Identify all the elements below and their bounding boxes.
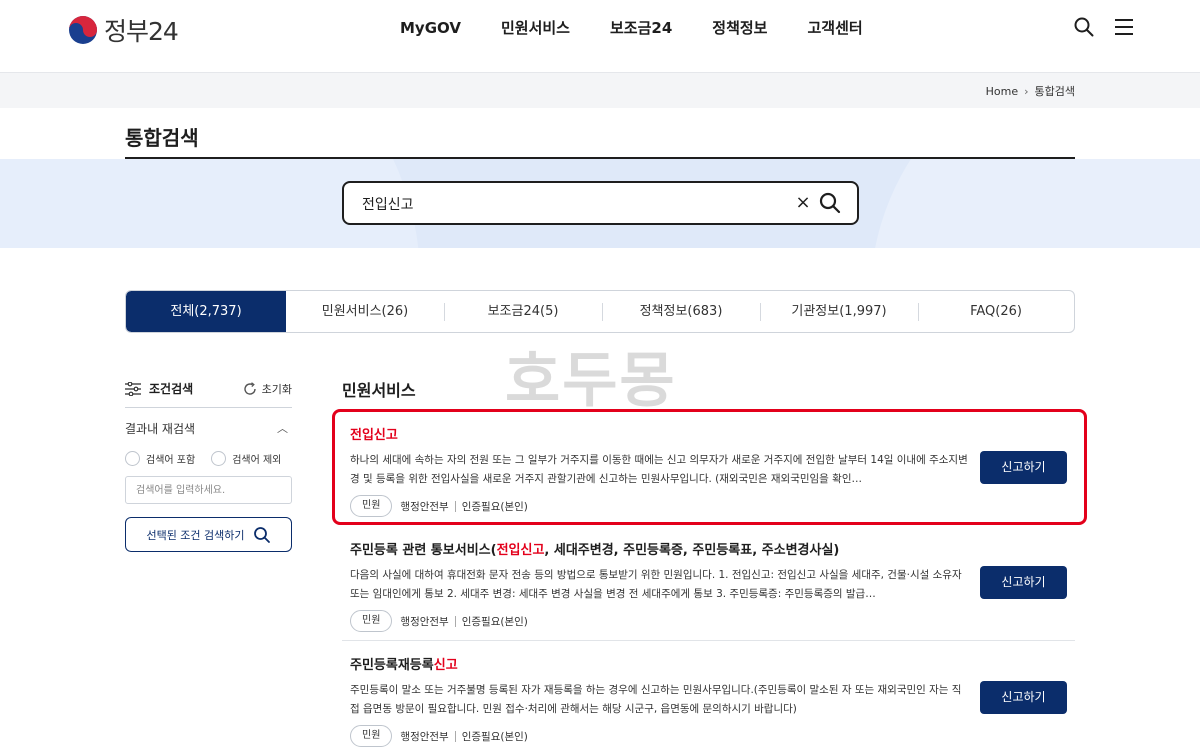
tab-agency-info[interactable]: 기관정보(1,997) bbox=[760, 291, 918, 332]
result-title-text: 주민등록 관련 통보서비스( bbox=[350, 543, 497, 558]
clear-search-button[interactable]: × bbox=[793, 192, 813, 214]
type-badge: 민원 bbox=[350, 725, 393, 747]
result-meta: 민원 행정안전부 인증필요(본인) bbox=[350, 495, 970, 517]
result-item: 전입신고 하나의 세대에 속하는 자의 전원 또는 그 일부가 거주지를 이동한… bbox=[350, 424, 970, 517]
result-item: 주민등록재등록신고 주민등록이 말소 또는 거주불명 등록된 자가 재등록을 하… bbox=[350, 654, 970, 747]
tab-faq[interactable]: FAQ(26) bbox=[918, 291, 1074, 332]
result-description: 주민등록이 말소 또는 거주불명 등록된 자가 재등록을 하는 경우에 신고하는… bbox=[350, 684, 962, 715]
apply-filter-label: 선택된 조건 검색하기 bbox=[146, 528, 245, 542]
filter-header: 조건검색 초기화 bbox=[125, 378, 292, 408]
exclude-keyword-radio[interactable]: 검색어 제외 bbox=[211, 451, 281, 466]
site-header: 정부24 MyGOV 민원서비스 보조금24 정책정보 고객센터 bbox=[0, 0, 1200, 72]
refine-search-title: 결과내 재검색 bbox=[125, 422, 196, 436]
result-title-highlight: 전입신고 bbox=[496, 543, 545, 558]
result-tabs: 전체(2,737) 민원서비스(26) 보조금24(5) 정책정보(683) 기… bbox=[125, 290, 1075, 333]
search-band: × bbox=[0, 159, 1200, 248]
tab-policy-info[interactable]: 정책정보(683) bbox=[602, 291, 760, 332]
search-icon bbox=[253, 526, 270, 543]
refine-keyword-input[interactable] bbox=[125, 476, 292, 504]
background-decoration bbox=[870, 159, 1200, 248]
nav-mygov[interactable]: MyGOV bbox=[380, 18, 481, 38]
result-title[interactable]: 주민등록 관련 통보서비스(전입신고, 세대주변경, 주민등록증, 주민등록표,… bbox=[350, 539, 970, 558]
main-nav: MyGOV 민원서비스 보조금24 정책정보 고객센터 bbox=[380, 18, 883, 38]
search-submit-icon[interactable] bbox=[818, 191, 842, 215]
agency-label: 행정안전부 bbox=[400, 615, 449, 628]
result-meta: 민원 행정안전부 인증필요(본인) bbox=[350, 610, 970, 632]
filter-title: 조건검색 bbox=[125, 380, 193, 397]
search-icon[interactable] bbox=[1073, 16, 1095, 38]
section-title: 민원서비스 bbox=[342, 381, 416, 400]
page-title: 통합검색 bbox=[125, 126, 199, 150]
tab-all[interactable]: 전체(2,737) bbox=[126, 291, 286, 332]
reset-label: 초기화 bbox=[261, 383, 292, 396]
breadcrumb-current: 통합검색 bbox=[1034, 85, 1075, 98]
breadcrumb-home[interactable]: Home bbox=[986, 85, 1018, 98]
logo-text: 정부24 bbox=[104, 17, 179, 46]
meta-divider bbox=[454, 730, 456, 742]
include-keyword-radio[interactable]: 검색어 포함 bbox=[125, 451, 195, 466]
search-input[interactable] bbox=[362, 192, 782, 216]
reset-button[interactable]: 초기화 bbox=[243, 381, 292, 397]
chevron-right-icon: › bbox=[1024, 84, 1029, 98]
filter-title-label: 조건검색 bbox=[149, 382, 194, 396]
refresh-icon bbox=[243, 382, 256, 395]
breadcrumb-band: Home › 통합검색 bbox=[0, 72, 1200, 108]
watermark-text: 호두몽 bbox=[505, 346, 677, 416]
nav-customer-center[interactable]: 고객센터 bbox=[787, 18, 882, 38]
type-badge: 민원 bbox=[350, 610, 393, 632]
result-meta: 민원 행정안전부 인증필요(본인) bbox=[350, 725, 970, 747]
tab-civil-service[interactable]: 민원서비스(26) bbox=[286, 291, 444, 332]
report-button[interactable]: 신고하기 bbox=[980, 451, 1067, 484]
report-button[interactable]: 신고하기 bbox=[980, 681, 1067, 714]
taegeuk-logo-icon bbox=[69, 16, 97, 44]
meta-divider bbox=[454, 615, 456, 627]
filter-sliders-icon bbox=[125, 381, 141, 396]
logo[interactable]: 정부24 bbox=[68, 12, 179, 48]
tab-subsidy24[interactable]: 보조금24(5) bbox=[444, 291, 602, 332]
result-description: 다음의 사실에 대하여 휴대전화 문자 전송 등의 방법으로 통보받기 위한 민… bbox=[350, 569, 962, 600]
menu-icon[interactable] bbox=[1113, 16, 1135, 38]
result-divider bbox=[342, 640, 1075, 641]
apply-filter-button[interactable]: 선택된 조건 검색하기 bbox=[125, 517, 292, 552]
breadcrumb: Home › 통합검색 bbox=[986, 83, 1075, 99]
result-item: 주민등록 관련 통보서비스(전입신고, 세대주변경, 주민등록증, 주민등록표,… bbox=[350, 539, 970, 632]
radio-circle[interactable] bbox=[211, 451, 227, 466]
type-badge: 민원 bbox=[350, 495, 393, 517]
auth-label: 인증필요(본인) bbox=[461, 615, 528, 628]
refine-search-header[interactable]: 결과내 재검색 ︿ bbox=[125, 420, 292, 437]
agency-label: 행정안전부 bbox=[400, 730, 449, 743]
result-title-text: , 세대주변경, 주민등록증, 주민등록표, 주소변경사실) bbox=[544, 543, 840, 558]
agency-label: 행정안전부 bbox=[400, 500, 449, 513]
result-title-highlight: 신고 bbox=[433, 658, 458, 673]
chevron-up-icon[interactable]: ︿ bbox=[277, 420, 288, 436]
nav-subsidy24[interactable]: 보조금24 bbox=[590, 18, 692, 38]
nav-civil-service[interactable]: 민원서비스 bbox=[481, 18, 590, 38]
result-title-highlight: 전입신고 bbox=[350, 428, 398, 443]
include-keyword-label: 검색어 포함 bbox=[146, 455, 196, 466]
meta-divider bbox=[454, 500, 456, 512]
report-button[interactable]: 신고하기 bbox=[980, 566, 1067, 599]
radio-circle[interactable] bbox=[125, 451, 140, 466]
auth-label: 인증필요(본인) bbox=[461, 730, 528, 743]
nav-policy-info[interactable]: 정책정보 bbox=[692, 18, 787, 38]
result-title[interactable]: 전입신고 bbox=[350, 424, 970, 443]
search-box: × bbox=[342, 181, 859, 225]
result-title[interactable]: 주민등록재등록신고 bbox=[350, 654, 970, 673]
exclude-keyword-label: 검색어 제외 bbox=[232, 455, 282, 466]
refine-options: 검색어 포함 검색어 제외 bbox=[125, 451, 281, 466]
auth-label: 인증필요(본인) bbox=[461, 500, 528, 513]
result-description: 하나의 세대에 속하는 자의 전원 또는 그 일부가 거주지를 이동한 때에는 … bbox=[350, 454, 968, 485]
result-title-text: 주민등록재등록 bbox=[350, 658, 434, 673]
